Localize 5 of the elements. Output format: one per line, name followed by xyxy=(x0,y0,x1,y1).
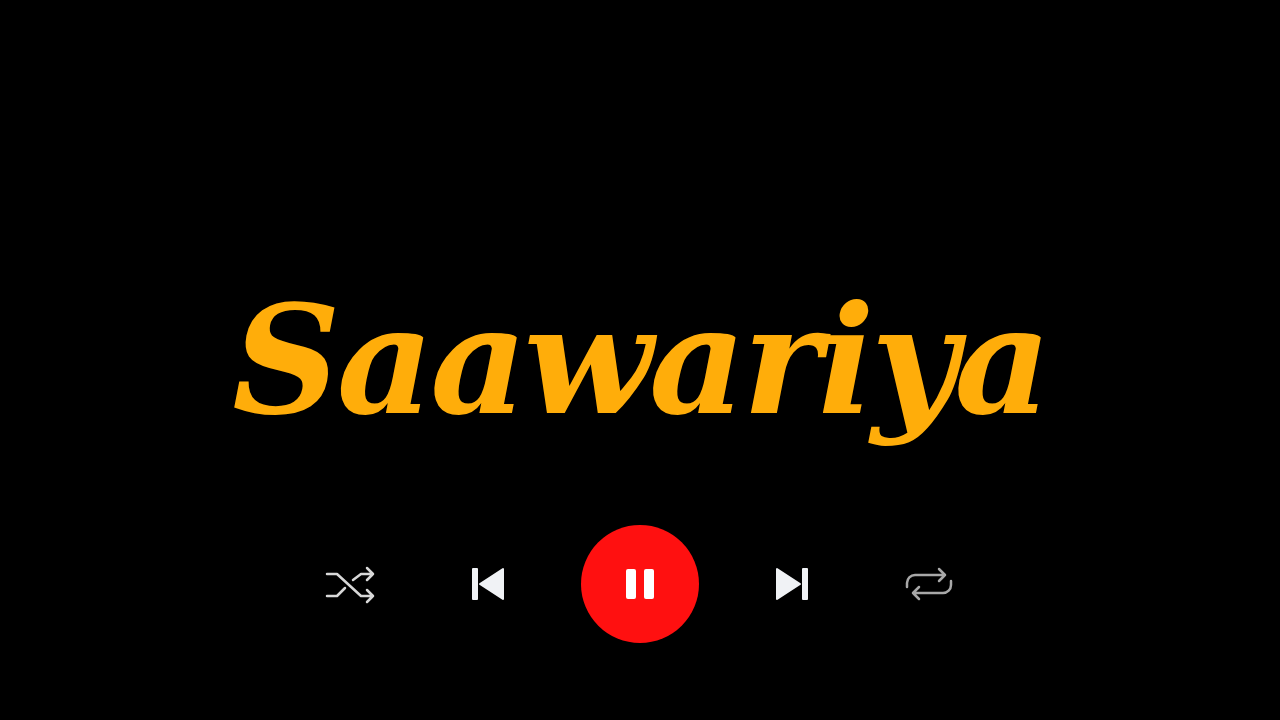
repeat-icon xyxy=(903,565,955,603)
next-icon xyxy=(774,566,810,602)
previous-icon xyxy=(470,566,506,602)
pause-icon xyxy=(623,567,657,601)
song-title: Saawariya xyxy=(232,271,1048,450)
